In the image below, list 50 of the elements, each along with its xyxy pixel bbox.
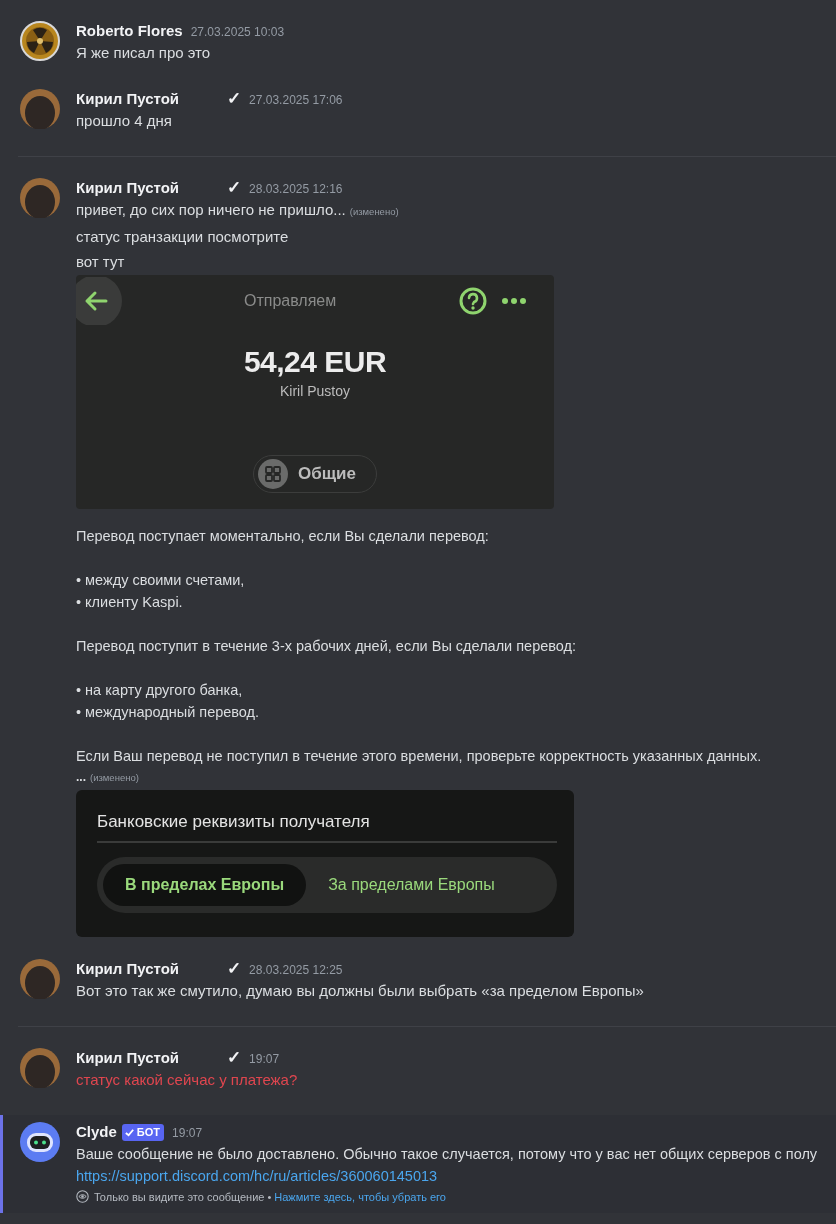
help-icon (459, 287, 487, 315)
edited-label: (изменено) (349, 206, 399, 217)
avatar[interactable] (20, 21, 60, 61)
checkmark-icon (123, 1126, 135, 1138)
timestamp: 28.03.2025 12:25 (249, 962, 343, 979)
back-arrow-icon (76, 277, 124, 325)
region-tab[interactable]: В пределах Европы (103, 864, 307, 906)
separator-dot: • (267, 1190, 272, 1203)
message-text: Вот это так же смутило, думаю вы должны были выбрать «за пределом Европы» (76, 982, 644, 999)
timestamp: 27.03.2025 17:06 (249, 92, 343, 109)
username[interactable]: Roberto Flores (76, 20, 183, 42)
recipient-name: Kiril Pustoy (280, 383, 350, 399)
bot-avatar-icon[interactable] (20, 1122, 60, 1162)
image-attachment[interactable]: Отправляем 54,24 EUR Kiril Pustoy Общие (76, 275, 554, 509)
message-text: статус транзакции посмотрите (76, 228, 289, 245)
message-text: прошло 4 дня (76, 112, 172, 129)
check-mark: ✓ (227, 1047, 242, 1069)
timestamp: 27.03.2025 10:03 (190, 24, 285, 41)
timestamp: 19:07 (249, 1051, 280, 1068)
message-text: Ваше сообщение не было доставлено. Обычно такое случается, потому что у вас нет общих серверов с полу (76, 1145, 819, 1164)
category-label: Общие (298, 464, 356, 484)
region-tab[interactable]: За пределами Европы (306, 864, 517, 906)
bot-label: БОТ (136, 1125, 161, 1140)
section-title: Банковские реквизиты получателя (97, 812, 557, 843)
message-text: ... (76, 770, 86, 784)
message-text: привет, до сих пор ничего не пришло... (76, 201, 346, 218)
more-icon (501, 297, 527, 305)
message-text: вот тут (76, 253, 125, 270)
edited-label: (изменено) (90, 772, 139, 783)
message-text: Перевод поступает моментально, если Вы сделали перевод: • между своими счетами, • клиенту Kaspi. Перевод поступит в течение 3-х рабочих дней, если Вы сделали перевод: • на карту другого банка, • международный перевод. Если Ваш перевод не поступил в течение этого времени, проверьте корректность указанных данных. (76, 527, 763, 766)
message-text: Я же писал про это (76, 44, 211, 61)
check-mark: ✓ (227, 958, 242, 980)
username[interactable]: Кирил Пустой (76, 177, 180, 199)
username[interactable]: Clyde (76, 1121, 117, 1143)
timestamp: 28.03.2025 12:16 (249, 181, 343, 198)
username[interactable]: Кирил Пустой (76, 958, 180, 980)
message-text: статус какой сейчас у платежа? (76, 1071, 298, 1088)
image-attachment[interactable]: Банковские реквизиты получателя В пределах Европы За пределами Европы (76, 790, 574, 937)
notice-text: Только вы видите это сообщение (94, 1190, 265, 1203)
grid-icon (258, 459, 288, 489)
username[interactable]: Кирил Пустой (76, 88, 180, 110)
help-link[interactable]: https://support.discord.com/hc/ru/articles/360060145013 (76, 1168, 438, 1184)
username[interactable]: Кирил Пустой (76, 1047, 180, 1069)
amount: 54,24 EUR (243, 345, 387, 379)
screen-title: Отправляем (244, 292, 338, 310)
dismiss-link[interactable]: Нажмите здесь, чтобы убрать его (274, 1190, 446, 1203)
check-mark: ✓ (227, 88, 242, 110)
timestamp: 19:07 (172, 1125, 203, 1142)
eye-icon (76, 1190, 89, 1203)
check-mark: ✓ (227, 177, 242, 199)
